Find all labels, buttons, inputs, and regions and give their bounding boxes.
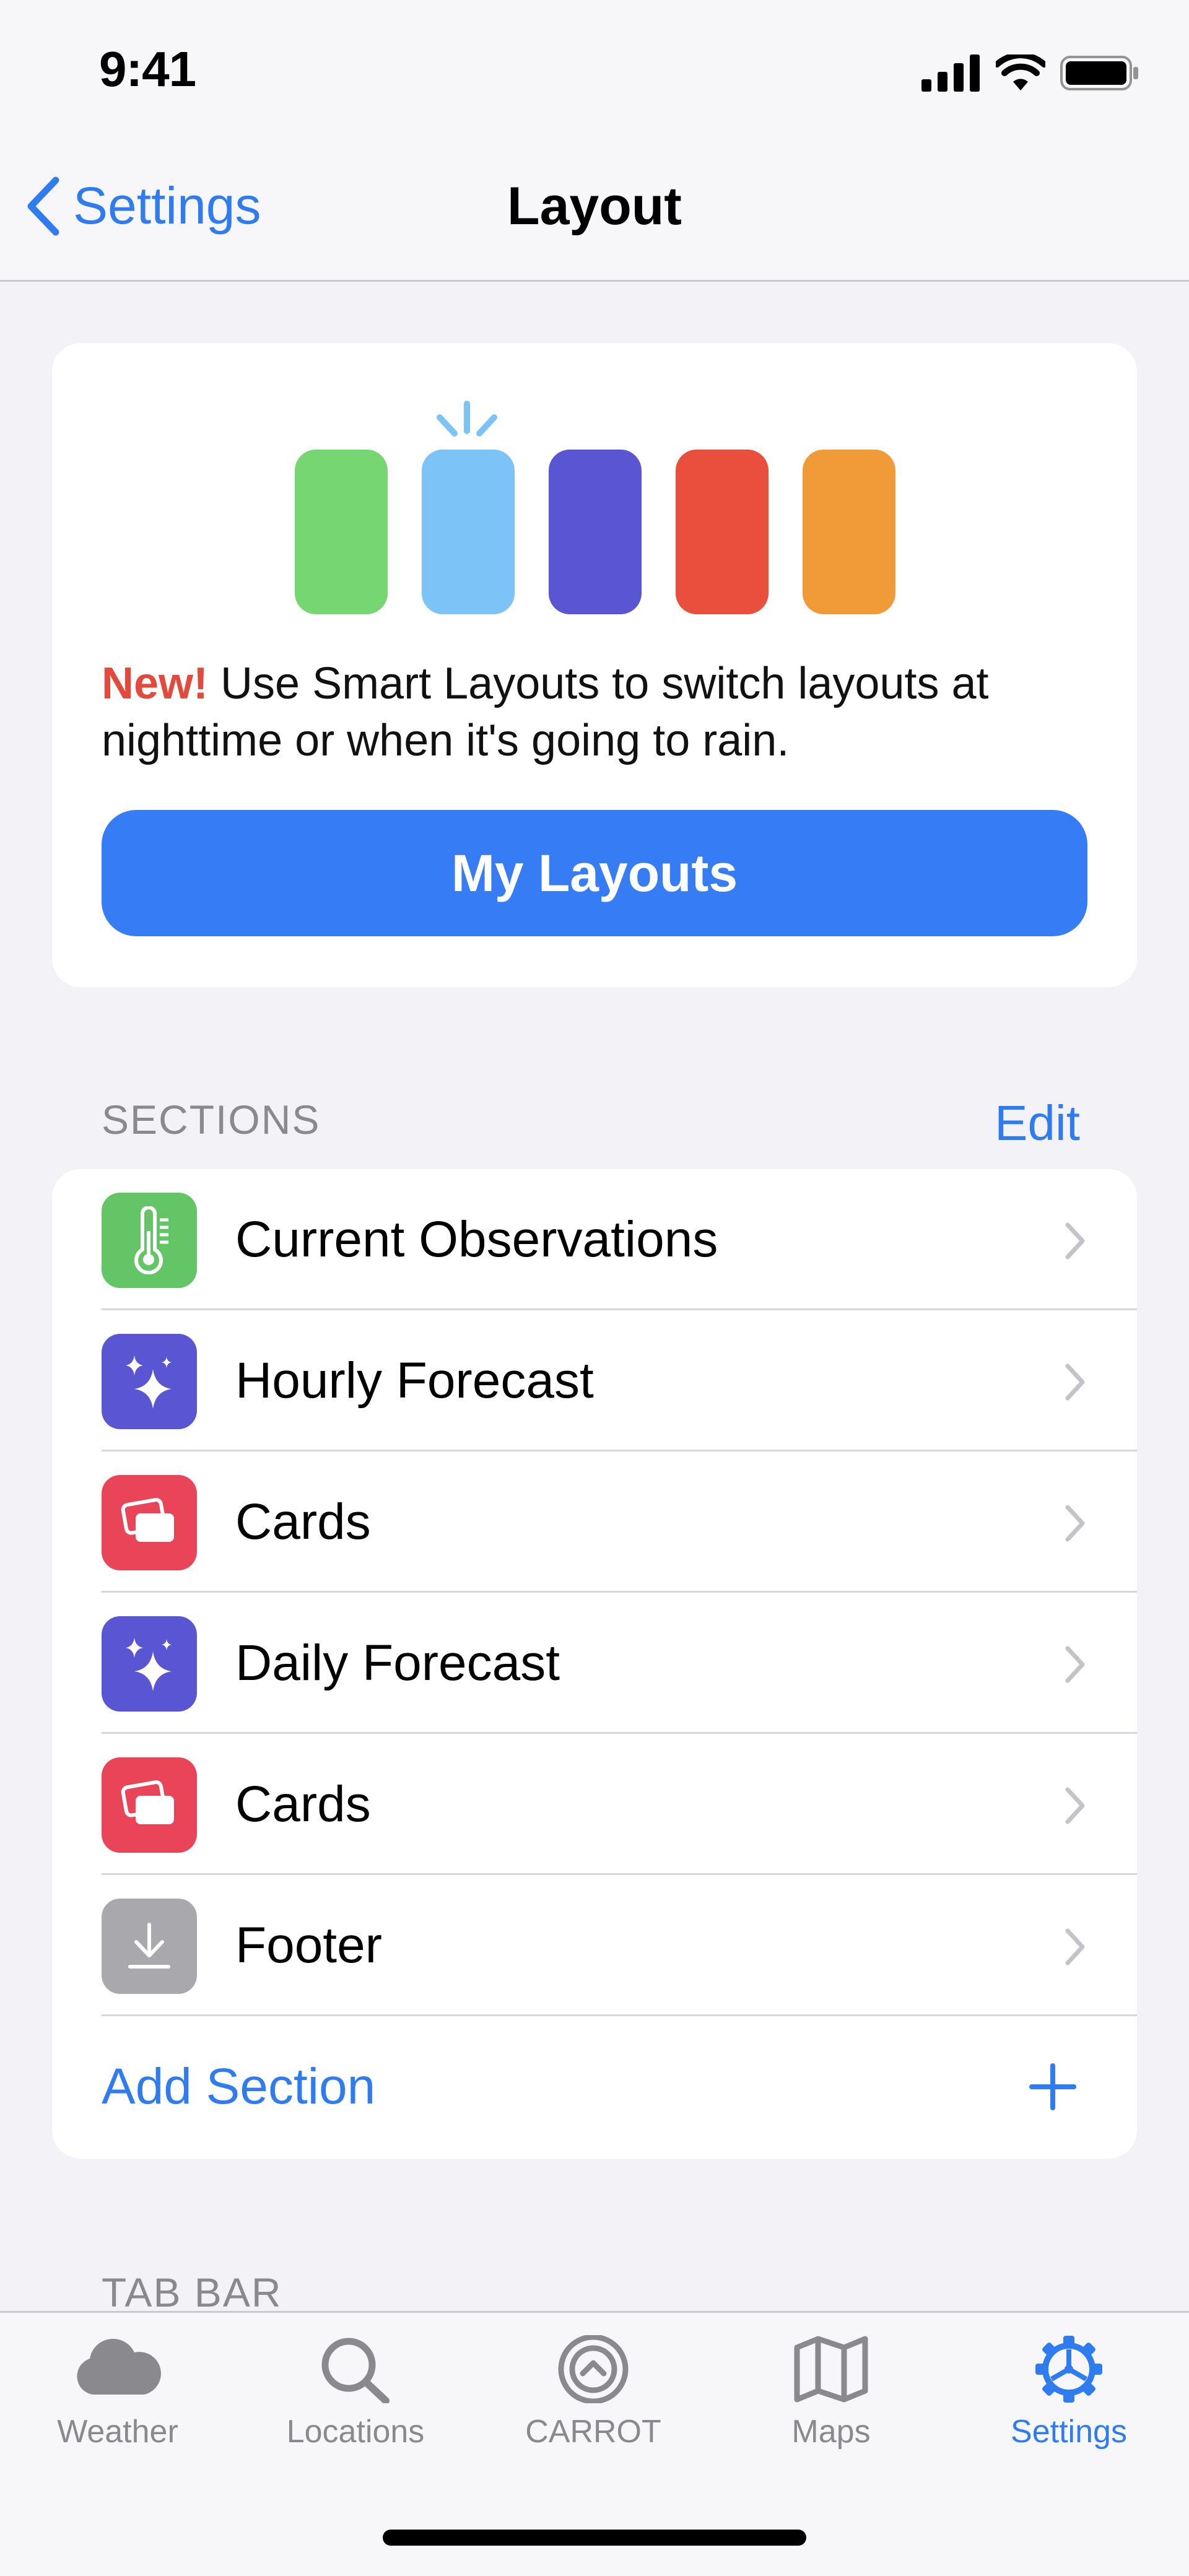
home-indicator	[383, 2530, 806, 2546]
tab-weather[interactable]: Weather	[19, 2335, 217, 2450]
layout-swatch-3	[549, 450, 642, 614]
layout-swatch-4	[676, 450, 769, 614]
back-button[interactable]: Settings	[25, 176, 261, 236]
tab-maps[interactable]: Maps	[732, 2335, 930, 2450]
cards-icon	[121, 1498, 174, 1542]
edit-button[interactable]: Edit	[995, 1095, 1080, 1152]
chevron-right-icon	[1065, 1787, 1085, 1824]
section-row-cards[interactable]: Cards	[52, 1451, 1137, 1593]
tab-label: CARROT	[525, 2414, 661, 2450]
section-row-hourly-forecast[interactable]: Hourly Forecast	[52, 1310, 1137, 1451]
section-label: Current Observations	[235, 1211, 718, 1268]
section-row-daily-forecast[interactable]: Daily Forecast	[52, 1593, 1137, 1734]
cellular-signal-icon	[921, 54, 980, 92]
add-section-label: Add Section	[102, 2058, 376, 2115]
section-label: Cards	[235, 1494, 371, 1550]
cards-icon	[121, 1780, 174, 1824]
section-icon-bg	[102, 1193, 197, 1288]
tab-label: Settings	[1011, 2414, 1127, 2450]
thermometer-icon	[134, 1206, 168, 1274]
tab-label: Weather	[57, 2414, 178, 2450]
layout-swatch-2	[422, 450, 515, 614]
map-icon	[794, 2336, 868, 2403]
tab-label: Locations	[286, 2414, 425, 2450]
chevron-right-icon	[1065, 1928, 1085, 1965]
section-icon-bg	[102, 1475, 197, 1570]
layout-swatch-1	[295, 450, 388, 614]
sections-header: SECTIONS	[102, 1097, 321, 1142]
chevron-right-icon	[1065, 1364, 1085, 1401]
sparkles-icon	[126, 1355, 172, 1409]
status-time: 9:41	[99, 41, 196, 97]
status-icons	[921, 54, 1139, 92]
section-icon-bg	[102, 1757, 197, 1853]
my-layouts-button[interactable]: My Layouts	[102, 810, 1087, 936]
tab-bar-header: TAB BAR	[102, 2269, 282, 2315]
chevron-right-icon	[1065, 1222, 1085, 1260]
section-label: Daily Forecast	[235, 1635, 560, 1691]
tab-settings[interactable]: Settings	[970, 2335, 1168, 2450]
battery-icon	[1060, 56, 1138, 90]
back-button-label: Settings	[73, 176, 261, 235]
section-label: Footer	[235, 1917, 382, 1973]
cloud-icon	[77, 2338, 161, 2395]
tab-label: Maps	[791, 2414, 871, 2450]
layout-swatch-5	[803, 450, 895, 614]
add-section-row[interactable]: Add Section	[52, 2016, 1137, 2157]
search-icon	[321, 2338, 390, 2403]
section-row-cards-2[interactable]: Cards	[52, 1734, 1137, 1875]
plus-icon	[1029, 2063, 1076, 2110]
download-icon	[128, 1923, 170, 1969]
gear-icon	[1035, 2336, 1102, 2403]
sparkles-icon	[126, 1638, 172, 1691]
section-icon-bg	[102, 1616, 197, 1712]
new-badge: New!	[102, 659, 209, 708]
sections-list: Current Observations Hourly Forecast Car…	[52, 1169, 1137, 2159]
wifi-icon	[996, 54, 1045, 90]
carrot-icon	[558, 2335, 629, 2403]
smart-layouts-promo-card: New! Use Smart Layouts to switch layouts…	[52, 343, 1137, 987]
section-row-footer[interactable]: Footer	[52, 1875, 1137, 2016]
chevron-right-icon	[1065, 1646, 1085, 1683]
tab-locations[interactable]: Locations	[256, 2335, 455, 2450]
chevron-right-icon	[1065, 1505, 1085, 1542]
sparkle-rays-icon	[437, 401, 497, 437]
section-label: Cards	[235, 1776, 371, 1832]
chevron-left-icon	[27, 176, 59, 235]
promo-description: New! Use Smart Layouts to switch layouts…	[102, 655, 1092, 769]
section-label: Hourly Forecast	[235, 1352, 594, 1409]
promo-text: Use Smart Layouts to switch layouts at n…	[102, 659, 989, 765]
section-icon-bg	[102, 1899, 197, 1994]
section-row-current-observations[interactable]: Current Observations	[52, 1169, 1137, 1310]
tab-carrot[interactable]: CARROT	[494, 2335, 692, 2450]
section-icon-bg	[102, 1334, 197, 1429]
